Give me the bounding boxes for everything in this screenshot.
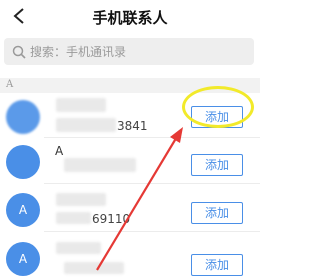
name-obscured	[56, 98, 106, 112]
search-icon	[12, 45, 26, 59]
phone-obscured	[64, 158, 136, 172]
list-item[interactable]: A 添加	[0, 140, 260, 184]
top-bar: 手机联系人	[0, 0, 260, 36]
list-item[interactable]: A 添加	[0, 236, 260, 280]
contact-phone: 3841	[117, 119, 148, 133]
avatar: A	[6, 193, 40, 227]
section-letter: A	[6, 79, 14, 90]
page-title: 手机联系人	[92, 9, 168, 27]
name-obscured	[56, 242, 101, 254]
contact-name: A	[55, 144, 64, 158]
phone-obscured	[56, 212, 91, 224]
divider	[44, 183, 260, 184]
avatar	[6, 100, 40, 134]
add-contact-button[interactable]: 添加	[191, 254, 243, 276]
divider	[44, 137, 260, 138]
list-item[interactable]: A 69110 添加	[0, 188, 260, 232]
contact-phone: 69110	[92, 212, 131, 226]
phone-obscured	[64, 262, 124, 274]
divider	[44, 231, 260, 232]
search-placeholder: 搜索：手机通讯录	[30, 45, 127, 59]
avatar	[6, 145, 40, 179]
avatar: A	[6, 242, 40, 276]
search-input[interactable]: 搜索：手机通讯录	[4, 38, 254, 65]
name-obscured	[56, 193, 106, 206]
highlight-ellipse	[182, 86, 254, 128]
phone-obscured	[56, 118, 116, 132]
add-contact-button[interactable]: 添加	[191, 202, 243, 224]
add-contact-button[interactable]: 添加	[191, 154, 243, 176]
